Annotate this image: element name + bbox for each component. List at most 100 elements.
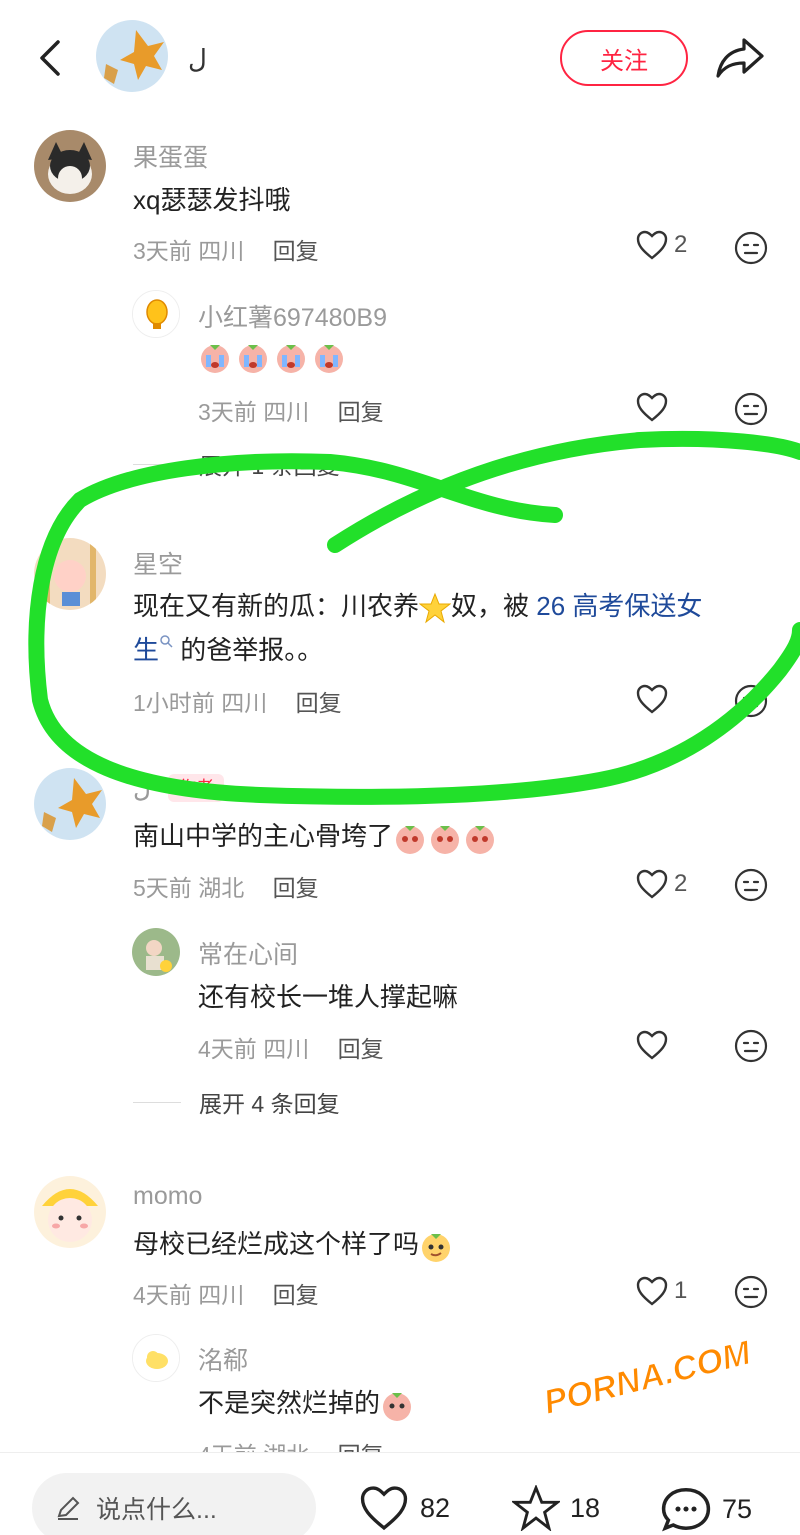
expand-replies-button[interactable]: 展开 1 条回复: [133, 447, 340, 481]
search-icon[interactable]: [159, 634, 173, 648]
search-keyword-link[interactable]: 26 高考保送女: [536, 591, 702, 621]
avatar[interactable]: [34, 130, 106, 202]
emoji-reaction-icon[interactable]: [734, 1029, 768, 1063]
heart-icon: [360, 1486, 408, 1531]
search-keyword-link[interactable]: 生: [133, 635, 159, 665]
comment-text-part: 母校已经烂成这个样了吗: [133, 1229, 420, 1259]
emoji-reaction-icon[interactable]: [734, 868, 768, 902]
follow-button[interactable]: 关注: [560, 30, 688, 86]
like-button[interactable]: 2: [636, 230, 687, 260]
comment-meta: 4天前 四川 回复: [133, 1276, 319, 1310]
author-badge: 作者: [168, 774, 224, 802]
comment-time: 3天前: [198, 399, 257, 425]
comment-text-part: 现在又有新的瓜：川农养: [133, 591, 420, 621]
crying-emoji-icon: [201, 345, 229, 373]
comment-author[interactable]: momo: [133, 1182, 202, 1211]
comment-text: 母校已经烂成这个样了吗: [133, 1222, 453, 1266]
comment-location: 四川: [221, 690, 268, 716]
comment-time: 4天前: [133, 1282, 192, 1308]
post-like-count: 82: [420, 1492, 451, 1523]
expand-label: 展开 4 条回复: [199, 1091, 340, 1117]
emoji-reaction-icon[interactable]: [734, 1275, 768, 1309]
comment-author[interactable]: 果蛋蛋: [133, 138, 208, 174]
comment-text-part: 南山中学的主心骨垮了: [133, 821, 394, 851]
comment-meta: 4天前 四川 回复: [198, 1030, 384, 1064]
reply-button[interactable]: 回复: [296, 690, 342, 716]
comment-bubble-icon: [661, 1488, 711, 1532]
star-icon: [512, 1485, 560, 1531]
reply-button[interactable]: 回复: [338, 1036, 384, 1062]
expand-label: 展开 1 条回复: [199, 453, 340, 479]
comment-input[interactable]: 说点什么...: [32, 1473, 316, 1535]
heart-icon: [636, 1276, 668, 1306]
avatar[interactable]: [34, 768, 106, 840]
avatar[interactable]: [34, 1176, 106, 1248]
avatar[interactable]: [132, 928, 180, 976]
comment-author[interactable]: 星空: [133, 545, 183, 581]
peach-emoji-icon: [383, 1393, 412, 1422]
watermark-line1: PORNA.COM: [539, 1333, 755, 1422]
comment-location: 四川: [198, 238, 245, 264]
collect-button[interactable]: 18: [512, 1485, 600, 1531]
emoji-reaction-icon[interactable]: [734, 392, 768, 426]
avatar[interactable]: [132, 1334, 180, 1382]
sticker-emoji-row: [198, 340, 346, 374]
like-post-button[interactable]: 82: [358, 1485, 450, 1531]
bottom-bar: 说点什么... 82 18 75: [0, 1452, 800, 1535]
comment-location: 湖北: [198, 875, 245, 901]
avatar[interactable]: [34, 538, 106, 610]
comment-text: 不是突然烂掉的: [198, 1381, 414, 1425]
comment-meta: 5天前 湖北 回复: [133, 869, 319, 903]
like-count: 1: [674, 1277, 688, 1304]
peach-emoji-icon: [396, 826, 495, 855]
smirk-emoji-icon: [422, 1234, 451, 1263]
comment-text: xq瑟瑟发抖哦: [133, 185, 291, 215]
post-comment-count: 75: [722, 1493, 753, 1524]
heart-icon[interactable]: [636, 392, 668, 422]
comment-text: 还有校长一堆人撑起嘛: [198, 982, 459, 1012]
crying-emoji-icon: [239, 345, 267, 373]
comment-time: 3天前: [133, 238, 192, 264]
reply-button[interactable]: 回复: [273, 875, 319, 901]
author-avatar[interactable]: [96, 20, 168, 92]
comment-time: 1小时前: [133, 690, 215, 716]
like-count: 2: [674, 231, 688, 258]
comments-button[interactable]: 75: [660, 1485, 752, 1533]
comment-text: 南山中学的主心骨垮了: [133, 814, 497, 858]
like-button[interactable]: 2: [636, 869, 687, 899]
heart-icon[interactable]: [636, 1030, 668, 1060]
like-button[interactable]: 1: [636, 1276, 687, 1306]
back-icon[interactable]: [30, 36, 74, 80]
avatar[interactable]: [132, 290, 180, 338]
comment-meta: 1小时前 四川 回复: [133, 684, 342, 718]
comment-location: 四川: [263, 1036, 310, 1062]
comment-input-placeholder: 说点什么...: [96, 1496, 217, 1524]
post-star-count: 18: [570, 1492, 601, 1523]
crying-emoji-icon: [315, 345, 343, 373]
share-icon[interactable]: [712, 32, 768, 84]
comment-author[interactable]: ﻝ: [133, 774, 151, 804]
header: ﻝ 关注: [0, 0, 800, 118]
emoji-reaction-icon[interactable]: [734, 684, 768, 718]
heart-icon: [636, 869, 668, 899]
comment-author[interactable]: 洺郗: [198, 1341, 248, 1377]
comment-author[interactable]: 常在心间: [198, 935, 298, 971]
comment-meta: 3天前 四川 回复: [198, 393, 384, 427]
comment-text-part: 的爸举报。。: [173, 635, 324, 665]
watermark: PORNA.COM: [539, 1333, 755, 1423]
emoji-reaction-icon[interactable]: [734, 231, 768, 265]
comment-text: 现在又有新的瓜：川农养 奴，被 26 高考保送女生 的爸举报。。: [133, 584, 773, 672]
author-name[interactable]: ﻝ: [188, 44, 207, 75]
comment-text-part: 不是突然烂掉的: [198, 1388, 381, 1418]
reply-button[interactable]: 回复: [338, 399, 384, 425]
comment-time: 4天前: [198, 1036, 257, 1062]
heart-icon[interactable]: [636, 684, 668, 714]
comment-author[interactable]: 小红薯697480B9: [198, 298, 387, 334]
reply-button[interactable]: 回复: [273, 238, 319, 264]
comment-text-part: 奴，被: [451, 591, 537, 621]
like-count: 2: [674, 870, 688, 897]
comment-meta: 3天前 四川 回复: [133, 232, 319, 266]
pencil-icon: [57, 1496, 80, 1520]
reply-button[interactable]: 回复: [273, 1282, 319, 1308]
expand-replies-button[interactable]: 展开 4 条回复: [133, 1085, 340, 1119]
